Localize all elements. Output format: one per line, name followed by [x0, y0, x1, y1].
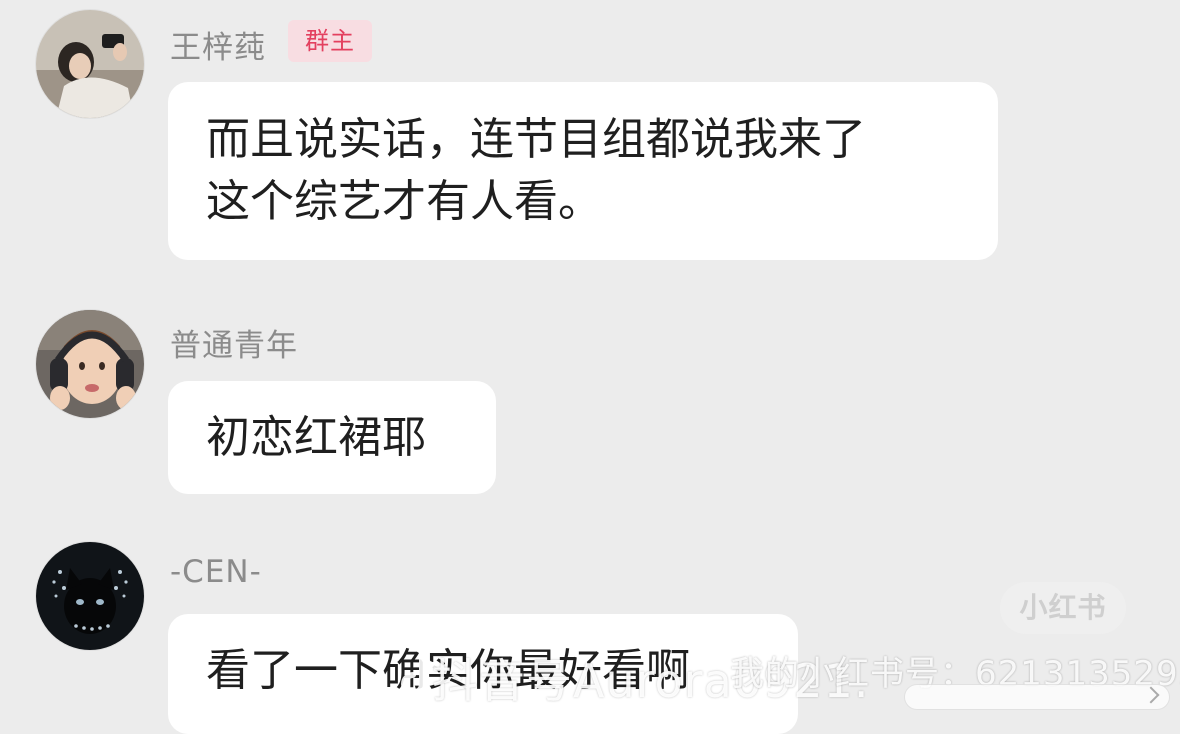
avatar[interactable]	[36, 310, 144, 418]
input-pill[interactable]	[904, 684, 1170, 710]
xiaohongshu-logo: 小红书	[1000, 582, 1126, 634]
group-owner-badge: 群主	[288, 20, 372, 62]
message-item: 王梓莼 群主 而且说实话，连节目组都说我来了 这个综艺才有人看。	[0, 0, 1180, 270]
message-bubble[interactable]: 初恋红裙耶	[168, 381, 496, 494]
avatar[interactable]	[36, 10, 144, 118]
sender-name[interactable]: 普通青年	[170, 320, 298, 365]
avatar-wang-icon	[36, 10, 144, 118]
avatar-child-headphones-icon	[36, 310, 144, 418]
sender-name[interactable]: 王梓莼	[170, 22, 266, 67]
watermark-row: 抖音号Aurora0921. 我的小红书号：6213135293	[392, 638, 1180, 722]
message-text-line: 而且说实话，连节目组都说我来了	[206, 114, 866, 165]
chevron-icon	[1142, 686, 1160, 704]
sender-name[interactable]: -CEN-	[170, 554, 262, 590]
message-text-line: 这个综艺才有人看。	[206, 176, 602, 227]
message-item: 普通青年 初恋红裙耶	[0, 300, 1180, 500]
avatar-dark-cat-icon	[36, 542, 144, 650]
avatar[interactable]	[36, 542, 144, 650]
message-bubble[interactable]: 而且说实话，连节目组都说我来了 这个综艺才有人看。	[168, 82, 998, 260]
message-text-line: 初恋红裙耶	[206, 412, 426, 463]
